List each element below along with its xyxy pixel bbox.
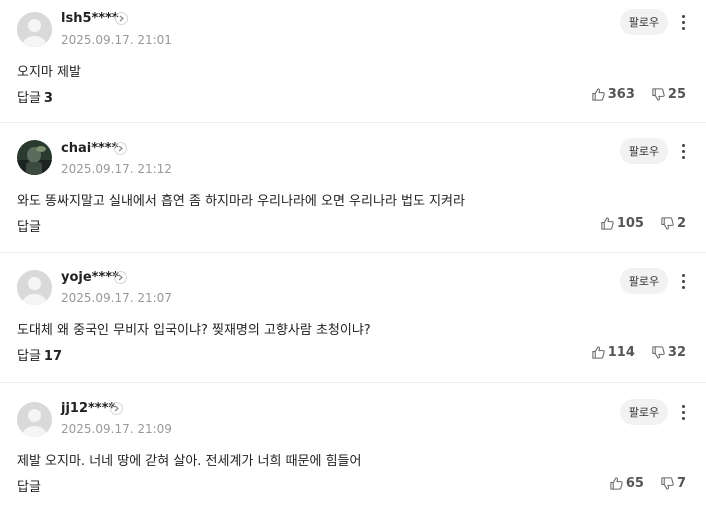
username[interactable]: jj12**** [61, 401, 115, 416]
vote-group: 65 7 [609, 476, 686, 491]
username[interactable]: yoje**** [61, 270, 119, 285]
reply-count: 17 [43, 349, 63, 364]
comment-datetime: 2025.09.17. 21:12 [61, 162, 172, 176]
avatar[interactable] [17, 270, 52, 305]
comment-datetime: 2025.09.17. 21:09 [61, 422, 172, 436]
avatar[interactable] [17, 12, 52, 47]
reply-button[interactable]: 답글 [17, 216, 44, 235]
username[interactable]: chai**** [61, 141, 118, 156]
reply-label: 답글 [17, 349, 41, 364]
like-button[interactable]: 114 [591, 345, 635, 360]
dislike-button[interactable]: 25 [651, 87, 686, 102]
thumbs-up-icon [591, 87, 606, 102]
thumbs-up-icon [609, 476, 624, 491]
thumbs-up-icon [600, 216, 615, 231]
follow-button[interactable]: 팔로우 [620, 268, 668, 294]
dislike-button[interactable]: 32 [651, 345, 686, 360]
comment-datetime: 2025.09.17. 21:01 [61, 33, 172, 47]
comment-list: lsh5**** 2025.09.17. 21:01 팔로우 오지마 제발 답글… [0, 0, 706, 508]
thumbs-up-icon [591, 345, 606, 360]
vote-group: 105 2 [600, 216, 686, 231]
thumbs-down-icon [660, 476, 675, 491]
reply-label: 답글 [17, 480, 41, 495]
more-options-icon[interactable] [676, 402, 690, 422]
chevron-right-icon[interactable] [115, 12, 128, 25]
reply-label: 답글 [17, 220, 41, 235]
comment-item: yoje**** 2025.09.17. 21:07 팔로우 도대체 왜 중국인… [0, 253, 706, 383]
reply-button[interactable]: 답글 3 [17, 87, 53, 106]
reply-count: 3 [43, 91, 53, 106]
like-count: 114 [607, 345, 635, 360]
reply-button[interactable]: 답글 [17, 476, 44, 495]
dislike-button[interactable]: 7 [660, 476, 686, 491]
more-options-icon[interactable] [676, 12, 690, 32]
dislike-count: 7 [676, 476, 686, 491]
like-count: 65 [625, 476, 644, 491]
vote-group: 114 32 [591, 345, 686, 360]
thumbs-down-icon [660, 216, 675, 231]
chevron-right-icon[interactable] [114, 142, 127, 155]
more-options-icon[interactable] [676, 141, 690, 161]
follow-button[interactable]: 팔로우 [620, 138, 668, 164]
follow-button[interactable]: 팔로우 [620, 399, 668, 425]
username[interactable]: lsh5**** [61, 11, 119, 26]
avatar[interactable] [17, 140, 52, 175]
reply-button[interactable]: 답글 17 [17, 345, 62, 364]
follow-button[interactable]: 팔로우 [620, 9, 668, 35]
avatar[interactable] [17, 402, 52, 437]
like-button[interactable]: 105 [600, 216, 644, 231]
more-options-icon[interactable] [676, 271, 690, 291]
vote-group: 363 25 [591, 87, 686, 102]
reply-label: 답글 [17, 91, 41, 106]
like-button[interactable]: 363 [591, 87, 635, 102]
comment-text: 제발 오지마. 너네 땅에 갇혀 살아. 전세계가 너희 때문에 힘들어 [17, 454, 362, 469]
like-count: 363 [607, 87, 635, 102]
comment-text: 도대체 왜 중국인 무비자 입국이냐? 찢재명의 고향사람 초청이냐? [17, 323, 371, 338]
comment-text: 오지마 제발 [17, 65, 81, 80]
thumbs-down-icon [651, 87, 666, 102]
chevron-right-icon[interactable] [110, 402, 123, 415]
chevron-right-icon[interactable] [114, 271, 127, 284]
comment-item: chai**** 2025.09.17. 21:12 팔로우 와도 똥싸지말고 … [0, 123, 706, 253]
comment-item: lsh5**** 2025.09.17. 21:01 팔로우 오지마 제발 답글… [0, 0, 706, 123]
dislike-count: 32 [667, 345, 686, 360]
like-button[interactable]: 65 [609, 476, 644, 491]
comment-item: jj12**** 2025.09.17. 21:09 팔로우 제발 오지마. 너… [0, 383, 706, 508]
thumbs-down-icon [651, 345, 666, 360]
dislike-count: 25 [667, 87, 686, 102]
comment-text: 와도 똥싸지말고 실내에서 흡연 좀 하지마라 우리나라에 오면 우리나라 법도… [17, 194, 465, 209]
dislike-button[interactable]: 2 [660, 216, 686, 231]
comment-datetime: 2025.09.17. 21:07 [61, 291, 172, 305]
like-count: 105 [616, 216, 644, 231]
dislike-count: 2 [676, 216, 686, 231]
